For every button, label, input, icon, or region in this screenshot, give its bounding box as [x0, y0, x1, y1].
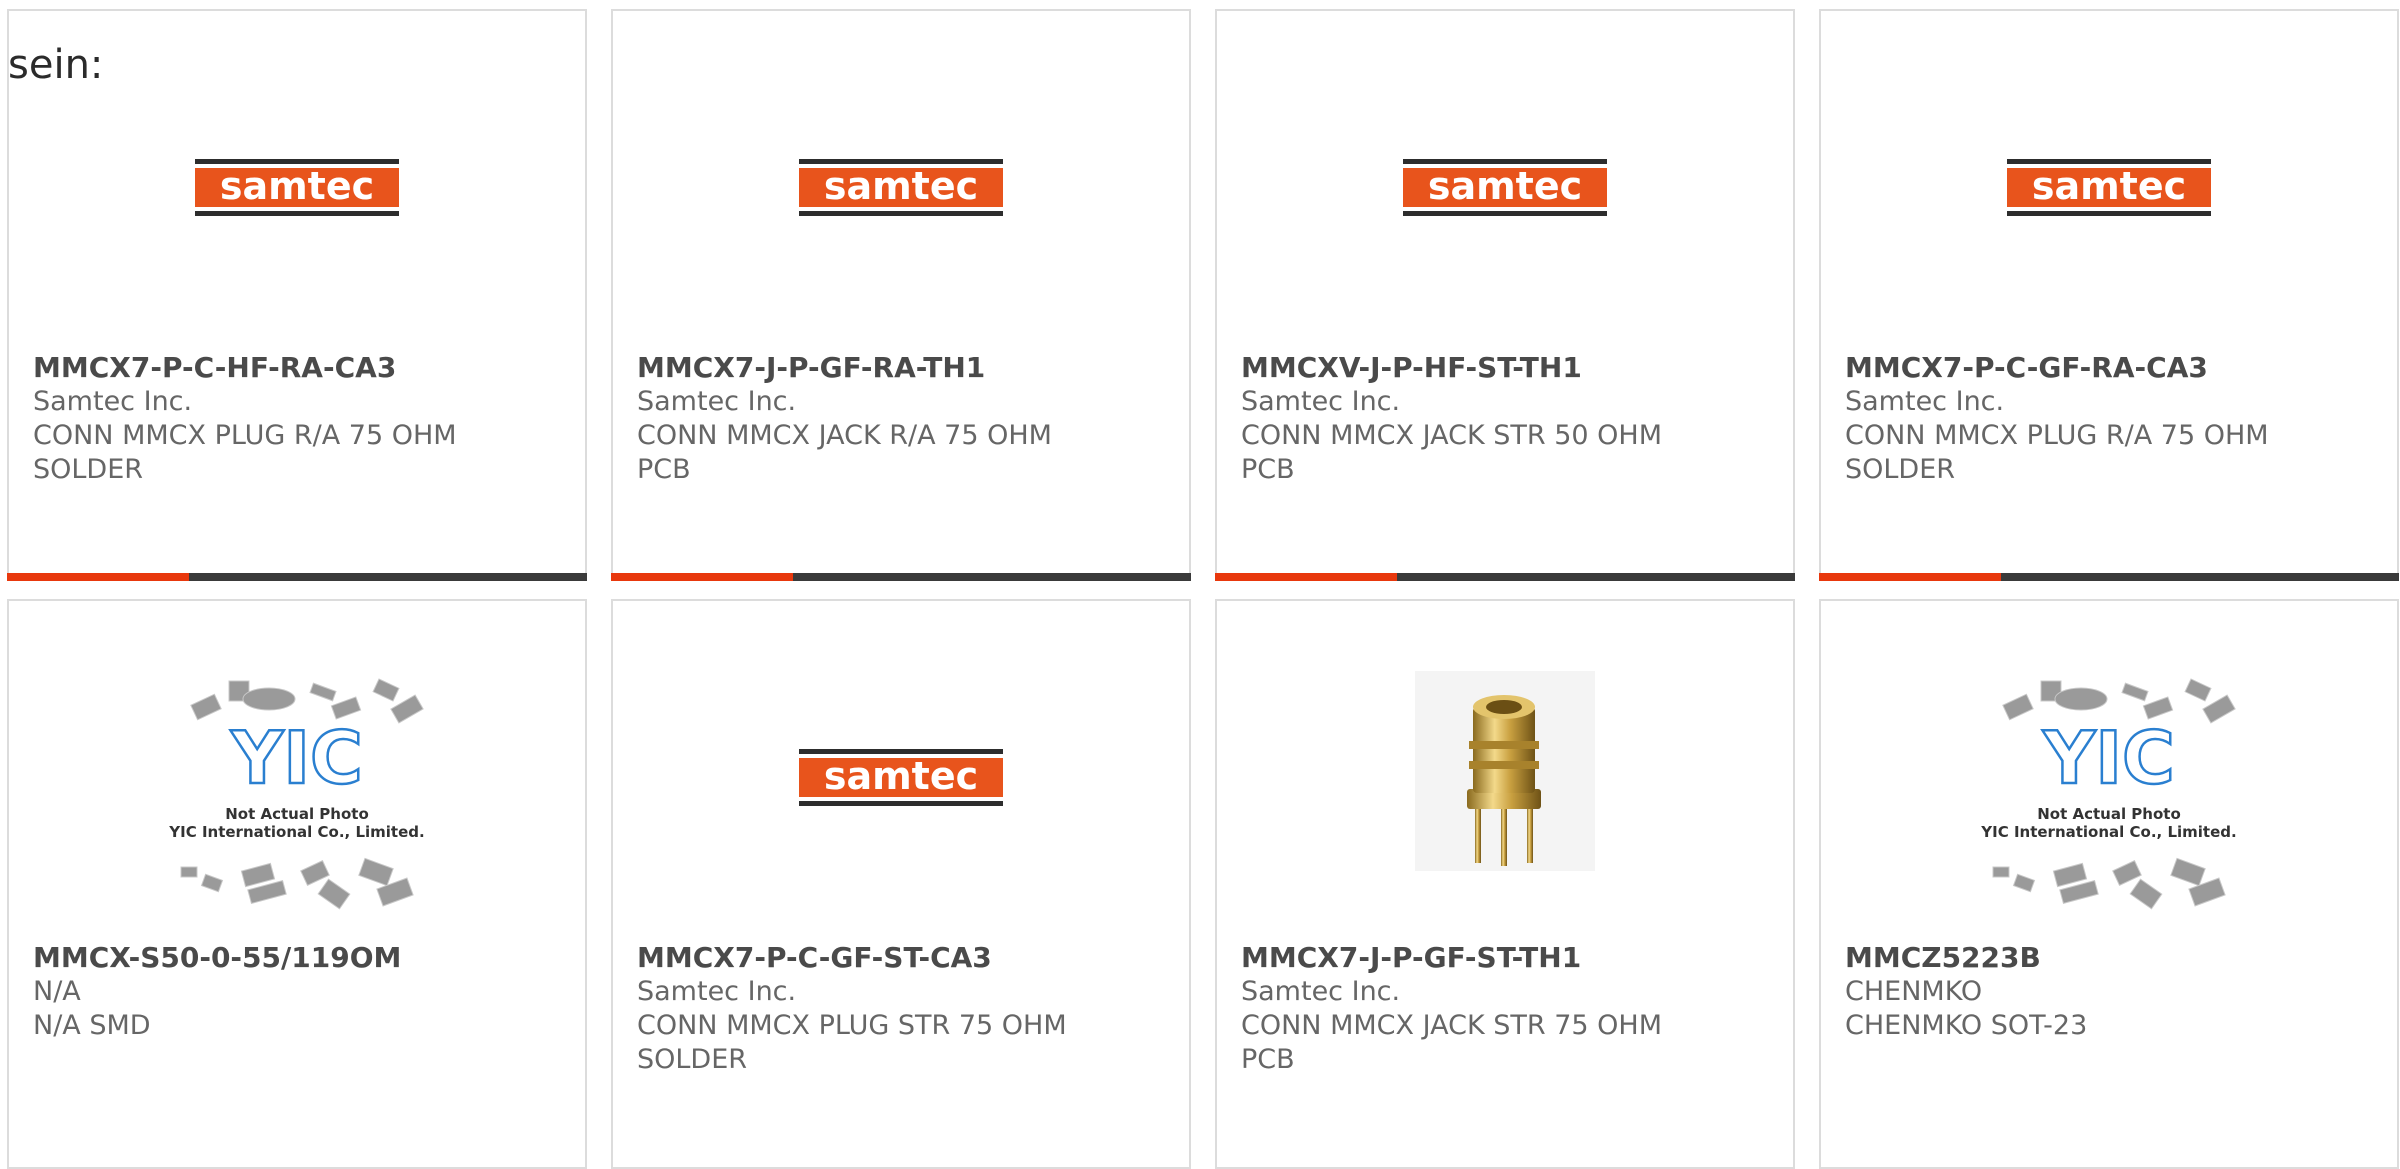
yic-caption-1: Not Actual Photo [225, 805, 369, 823]
samtec-logo-text: samtec [1428, 164, 1582, 208]
description: CONN MMCX JACK R/A 75 OHM [637, 420, 1052, 451]
yic-caption-2: YIC International Co., Limited. [168, 823, 424, 841]
samtec-logo-text: samtec [824, 164, 978, 208]
samtec-logo-icon: samtec [799, 159, 1003, 216]
manufacturer: Samtec Inc. [1241, 976, 1401, 1007]
product-image: samtec [613, 671, 1189, 871]
part-number[interactable]: MMCX7-P-C-GF-RA-CA3 [1845, 351, 2377, 385]
samtec-logo-icon: samtec [1403, 159, 1607, 216]
manufacturer: CHENMKO [1845, 976, 1983, 1007]
product-image: YIC Not Actual Photo YIC International C… [9, 671, 585, 910]
manufacturer: Samtec Inc. [637, 386, 797, 417]
product-card[interactable]: samtec MMCXV-J-P-HF-ST-TH1 Samtec Inc. C… [1215, 9, 1795, 581]
card-bottom-bar [1215, 573, 1795, 581]
yic-mark: YIC [230, 716, 363, 800]
part-number[interactable]: MMCX-S50-0-55/119OM [33, 941, 565, 975]
product-image: samtec [1217, 81, 1793, 281]
description: CONN MMCX PLUG R/A 75 OHM [33, 420, 457, 451]
yic-caption-1: Not Actual Photo [2037, 805, 2181, 823]
product-image: samtec [9, 81, 585, 281]
product-card[interactable]: samtec MMCX7-P-C-GF-RA-CA3 Samtec Inc. C… [1819, 9, 2399, 581]
yic-placeholder-icon: YIC Not Actual Photo YIC International C… [168, 678, 425, 910]
product-card[interactable]: samtec MMCX7-P-C-GF-ST-CA3 Samtec Inc. C… [611, 599, 1191, 1169]
description: CHENMKO SOT-23 [1845, 1010, 2088, 1041]
part-number[interactable]: MMCXV-J-P-HF-ST-TH1 [1241, 351, 1773, 385]
part-number[interactable]: MMCX7-J-P-GF-ST-TH1 [1241, 941, 1773, 975]
product-image: YIC Not Actual Photo YIC International C… [1821, 671, 2397, 910]
manufacturer: Samtec Inc. [1241, 386, 1401, 417]
product-card[interactable]: YIC Not Actual Photo YIC International C… [7, 599, 587, 1169]
samtec-logo-text: samtec [824, 754, 978, 798]
description: N/A SMD [33, 1010, 151, 1041]
description: CONN MMCX PLUG STR 75 OHM [637, 1010, 1067, 1041]
description: CONN MMCX PLUG R/A 75 OHM [1845, 420, 2269, 451]
manufacturer: Samtec Inc. [33, 386, 193, 417]
description-line2: PCB [637, 454, 691, 485]
samtec-logo-icon: samtec [2007, 159, 2211, 216]
samtec-logo-text: samtec [2032, 164, 2186, 208]
samtec-logo-icon: samtec [799, 749, 1003, 806]
part-number[interactable]: MMCZ5223B [1845, 941, 2377, 975]
product-card[interactable]: samtec MMCX7-J-P-GF-RA-TH1 Samtec Inc. C… [611, 9, 1191, 581]
card-bottom-bar [7, 573, 587, 581]
card-bottom-bar [611, 573, 1191, 581]
description-line2: SOLDER [33, 454, 144, 485]
description: CONN MMCX JACK STR 50 OHM [1241, 420, 1662, 451]
product-card[interactable]: MMCX7-J-P-GF-ST-TH1 Samtec Inc. CONN MMC… [1215, 599, 1795, 1169]
samtec-logo-text: samtec [220, 164, 374, 208]
manufacturer: Samtec Inc. [1845, 386, 2005, 417]
yic-placeholder-icon: YIC Not Actual Photo YIC International C… [1980, 678, 2237, 910]
description-line2: SOLDER [1845, 454, 1956, 485]
product-card[interactable]: YIC Not Actual Photo YIC International C… [1819, 599, 2399, 1169]
intro-text: sein: [8, 42, 104, 88]
part-number[interactable]: MMCX7-P-C-GF-ST-CA3 [637, 941, 1169, 975]
description-line2: PCB [1241, 1044, 1295, 1075]
connector-photo-icon [1415, 671, 1595, 871]
part-number[interactable]: MMCX7-P-C-HF-RA-CA3 [33, 351, 565, 385]
product-image: samtec [613, 81, 1189, 281]
manufacturer: N/A [33, 976, 81, 1007]
product-image [1217, 671, 1793, 871]
manufacturer: Samtec Inc. [637, 976, 797, 1007]
description: CONN MMCX JACK STR 75 OHM [1241, 1010, 1662, 1041]
description-line2: PCB [1241, 454, 1295, 485]
yic-caption-2: YIC International Co., Limited. [1980, 823, 2236, 841]
card-bottom-bar [1819, 573, 2399, 581]
product-card[interactable]: samtec MMCX7-P-C-HF-RA-CA3 Samtec Inc. C… [7, 9, 587, 581]
description-line2: SOLDER [637, 1044, 748, 1075]
product-image: samtec [1821, 81, 2397, 281]
samtec-logo-icon: samtec [195, 159, 399, 216]
yic-mark: YIC [2042, 716, 2175, 800]
part-number[interactable]: MMCX7-J-P-GF-RA-TH1 [637, 351, 1169, 385]
